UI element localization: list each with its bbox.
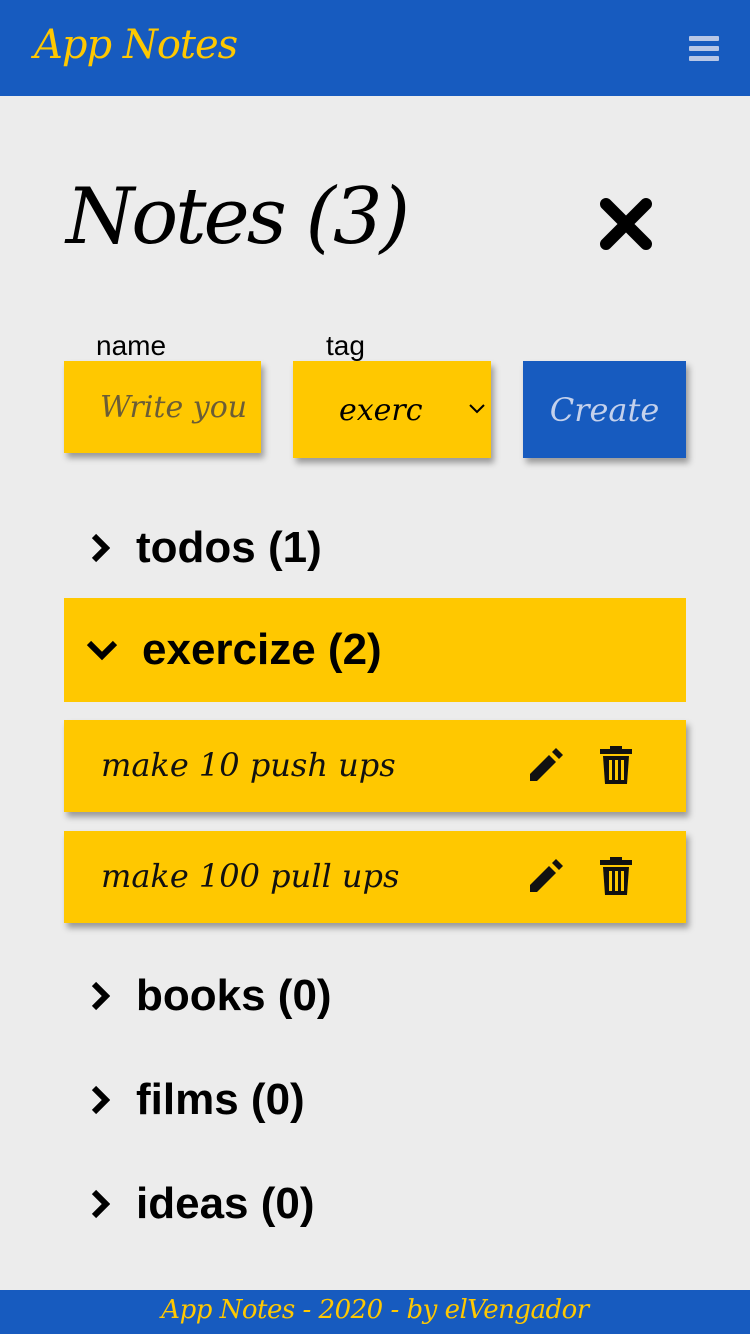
note-text: make 100 pull ups [101,857,400,895]
trash-icon[interactable] [600,746,632,784]
chevron-right-icon [91,1085,110,1115]
name-label: name [96,330,167,361]
chevron-right-icon [91,533,110,563]
group-label: todos (1) [136,523,322,572]
chevron-down-icon [469,404,485,414]
footer: App Notes - 2020 - by elVengador [0,1290,750,1334]
group-todos[interactable]: todos (1) [64,498,686,598]
navbar: App Notes [0,0,750,96]
chevron-down-icon [86,640,118,661]
pencil-icon[interactable] [526,747,564,785]
note-name-input[interactable] [64,361,261,453]
pencil-icon[interactable] [526,858,564,896]
close-icon[interactable] [598,196,654,252]
tag-select[interactable]: exercize [293,361,491,458]
chevron-right-icon [91,981,110,1011]
trash-icon[interactable] [600,857,632,895]
page-title: Notes (3) [66,172,410,262]
group-books[interactable]: books (0) [64,946,686,1046]
group-label: books (0) [136,971,332,1020]
group-ideas[interactable]: ideas (0) [64,1154,686,1254]
chevron-right-icon [91,1189,110,1219]
note-item[interactable]: make 100 pull ups [64,831,686,923]
tag-label: tag [326,330,365,361]
group-films[interactable]: films (0) [64,1050,686,1150]
group-label: ideas (0) [136,1179,315,1228]
group-exercize[interactable]: exercize (2) [64,598,686,702]
group-label: films (0) [136,1075,305,1124]
create-button[interactable]: Create [523,361,686,458]
tag-select-value: exercize [339,393,424,428]
hamburger-icon[interactable] [689,36,719,62]
group-label: exercize (2) [142,625,382,674]
footer-text: App Notes - 2020 - by elVengador [161,1295,589,1325]
note-text: make 10 push ups [101,746,396,784]
brand-title[interactable]: App Notes [34,22,238,68]
note-item[interactable]: make 10 push ups [64,720,686,812]
